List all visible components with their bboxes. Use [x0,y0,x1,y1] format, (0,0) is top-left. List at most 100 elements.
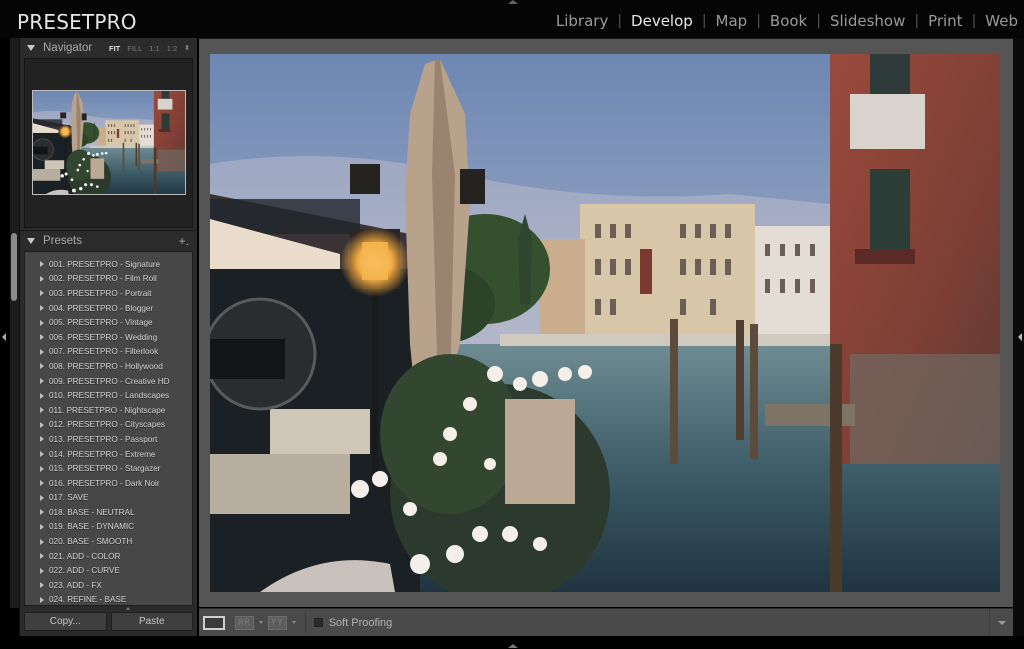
left-panel-toggle-icon[interactable] [2,333,6,341]
expand-triangle-icon[interactable] [40,305,44,312]
expand-triangle-icon[interactable] [40,348,44,355]
preset-folder[interactable]: 012. PRESETPRO - Cityscapes [25,418,192,433]
presets-title: Presets [43,235,82,247]
module-library[interactable]: Library [556,12,608,30]
expand-triangle-icon[interactable] [40,509,44,516]
main-photo[interactable] [210,54,1000,592]
preset-folder-label: 019. BASE - DYNAMIC [49,522,135,532]
before-after-lr-dropdown-icon[interactable] [258,621,263,624]
before-after-tb-dropdown-icon[interactable] [291,621,296,624]
preset-folder-label: 011. PRESETPRO - Nightscape [49,405,166,415]
preset-folder[interactable]: 021. ADD - COLOR [25,549,192,564]
chevron-down-icon [997,620,1006,625]
expand-triangle-icon[interactable] [40,275,44,282]
preset-folder[interactable]: 015. PRESETPRO - Stargazer [25,461,192,476]
navigator-preview[interactable] [24,58,193,228]
preset-folder[interactable]: 020. BASE - SMOOTH [25,534,192,549]
preset-folder[interactable]: 024. REFINE - BASE [25,593,192,605]
right-panel-toggle-icon[interactable] [1018,333,1022,341]
expand-triangle-icon[interactable] [40,363,44,370]
preset-folder[interactable]: 002. PRESETPRO - Film Roll [25,272,192,287]
zoom-fit[interactable]: FIT [109,44,120,53]
expand-triangle-icon[interactable] [40,553,44,560]
navigator-thumbnail[interactable] [32,90,186,195]
loupe-view-button[interactable] [203,615,225,630]
preset-folder[interactable]: 011. PRESETPRO - Nightscape [25,403,192,418]
preset-folder-label: 014. PRESETPRO - Extreme [49,449,156,459]
expand-triangle-icon[interactable] [40,421,44,428]
module-book[interactable]: Book [770,12,807,30]
preset-folder[interactable]: 010. PRESETPRO - Landscapes [25,388,192,403]
preset-folder-label: 013. PRESETPRO - Passport [49,434,158,444]
copy-button[interactable]: Copy... [24,612,107,631]
preset-folder-label: 010. PRESETPRO - Landscapes [49,391,170,401]
expand-triangle-icon[interactable] [40,436,44,443]
preset-folder-label: 015. PRESETPRO - Stargazer [49,464,161,474]
preset-folder[interactable]: 018. BASE - NEUTRAL [25,505,192,520]
collapse-triangle-icon[interactable] [27,45,35,51]
soft-proofing-label: Soft Proofing [328,616,393,629]
expand-triangle-icon[interactable] [40,465,44,472]
module-separator: | [701,13,707,29]
preset-folder[interactable]: 009. PRESETPRO - Creative HD [25,374,192,389]
preset-folder-label: 016. PRESETPRO - Dark Noir [49,478,160,488]
expand-triangle-icon[interactable] [40,392,44,399]
zoom-1-1[interactable]: 1:1 [149,44,159,53]
soft-proofing-checkbox[interactable] [313,618,323,627]
before-after-top-bottom-button[interactable]: YY [267,615,287,630]
module-develop[interactable]: Develop [631,12,693,30]
module-slideshow[interactable]: Slideshow [830,12,905,30]
paste-button[interactable]: Paste [110,612,193,631]
left-panel-scrollbar-track[interactable] [10,38,19,608]
expand-triangle-icon[interactable] [40,261,44,268]
preset-folder[interactable]: 014. PRESETPRO - Extreme [25,447,192,462]
preset-folder[interactable]: 001. PRESETPRO - Signature [25,257,192,272]
expand-triangle-icon[interactable] [40,567,44,574]
expand-triangle-icon[interactable] [40,480,44,487]
top-panel-toggle-icon[interactable] [508,0,518,4]
toolbar-menu-button[interactable] [989,609,1013,636]
preset-folder[interactable]: 017. SAVE [25,491,192,506]
preset-folder[interactable]: 019. BASE - DYNAMIC [25,520,192,535]
bottom-panel-toggle-icon[interactable] [508,644,518,648]
preset-folder[interactable]: 005. PRESETPRO - Vintage [25,315,192,330]
preset-folder[interactable]: 008. PRESETPRO - Hollywood [25,359,192,374]
module-separator: | [617,13,623,29]
preset-folder-label: 004. PRESETPRO - Blogger [49,303,154,313]
preset-folder[interactable]: 022. ADD - CURVE [25,563,192,578]
zoom-stepper-icon[interactable]: ⬍ [184,44,190,53]
module-map[interactable]: Map [716,12,748,30]
preset-folder-label: 017. SAVE [49,493,89,503]
preset-folder[interactable]: 016. PRESETPRO - Dark Noir [25,476,192,491]
expand-triangle-icon[interactable] [40,538,44,545]
expand-triangle-icon[interactable] [40,407,44,414]
preset-folder[interactable]: 006. PRESETPRO - Wedding [25,330,192,345]
add-preset-icon[interactable]: +. [179,234,189,248]
zoom-1-2[interactable]: 1:2 [167,44,177,53]
expand-triangle-icon[interactable] [40,451,44,458]
copy-paste-buttons: Copy... Paste [24,612,193,631]
collapse-triangle-icon[interactable] [27,238,35,244]
preset-folder[interactable]: 023. ADD - FX [25,578,192,593]
expand-triangle-icon[interactable] [40,290,44,297]
expand-triangle-icon[interactable] [40,494,44,501]
preset-folder[interactable]: 007. PRESETPRO - Filterlook [25,345,192,360]
preset-folder[interactable]: 004. PRESETPRO - Blogger [25,301,192,316]
expand-triangle-icon[interactable] [40,596,44,603]
expand-triangle-icon[interactable] [40,334,44,341]
zoom-fill[interactable]: FILL [127,44,142,53]
expand-triangle-icon[interactable] [40,582,44,589]
presets-header[interactable]: Presets +. [24,231,194,251]
expand-triangle-icon[interactable] [40,523,44,530]
preset-folder[interactable]: 003. PRESETPRO - Portrait [25,286,192,301]
left-panel-scrollbar-thumb[interactable] [11,233,17,301]
navigator-header[interactable]: Navigator FIT FILL 1:1 1:2 ⬍ [24,38,194,58]
preset-folder-label: 023. ADD - FX [49,580,102,590]
module-print[interactable]: Print [928,12,963,30]
module-web[interactable]: Web [985,12,1018,30]
navigator-title: Navigator [43,42,93,54]
before-after-left-right-button[interactable]: RR [235,615,254,630]
expand-triangle-icon[interactable] [40,319,44,326]
preset-folder[interactable]: 013. PRESETPRO - Passport [25,432,192,447]
expand-triangle-icon[interactable] [40,378,44,385]
